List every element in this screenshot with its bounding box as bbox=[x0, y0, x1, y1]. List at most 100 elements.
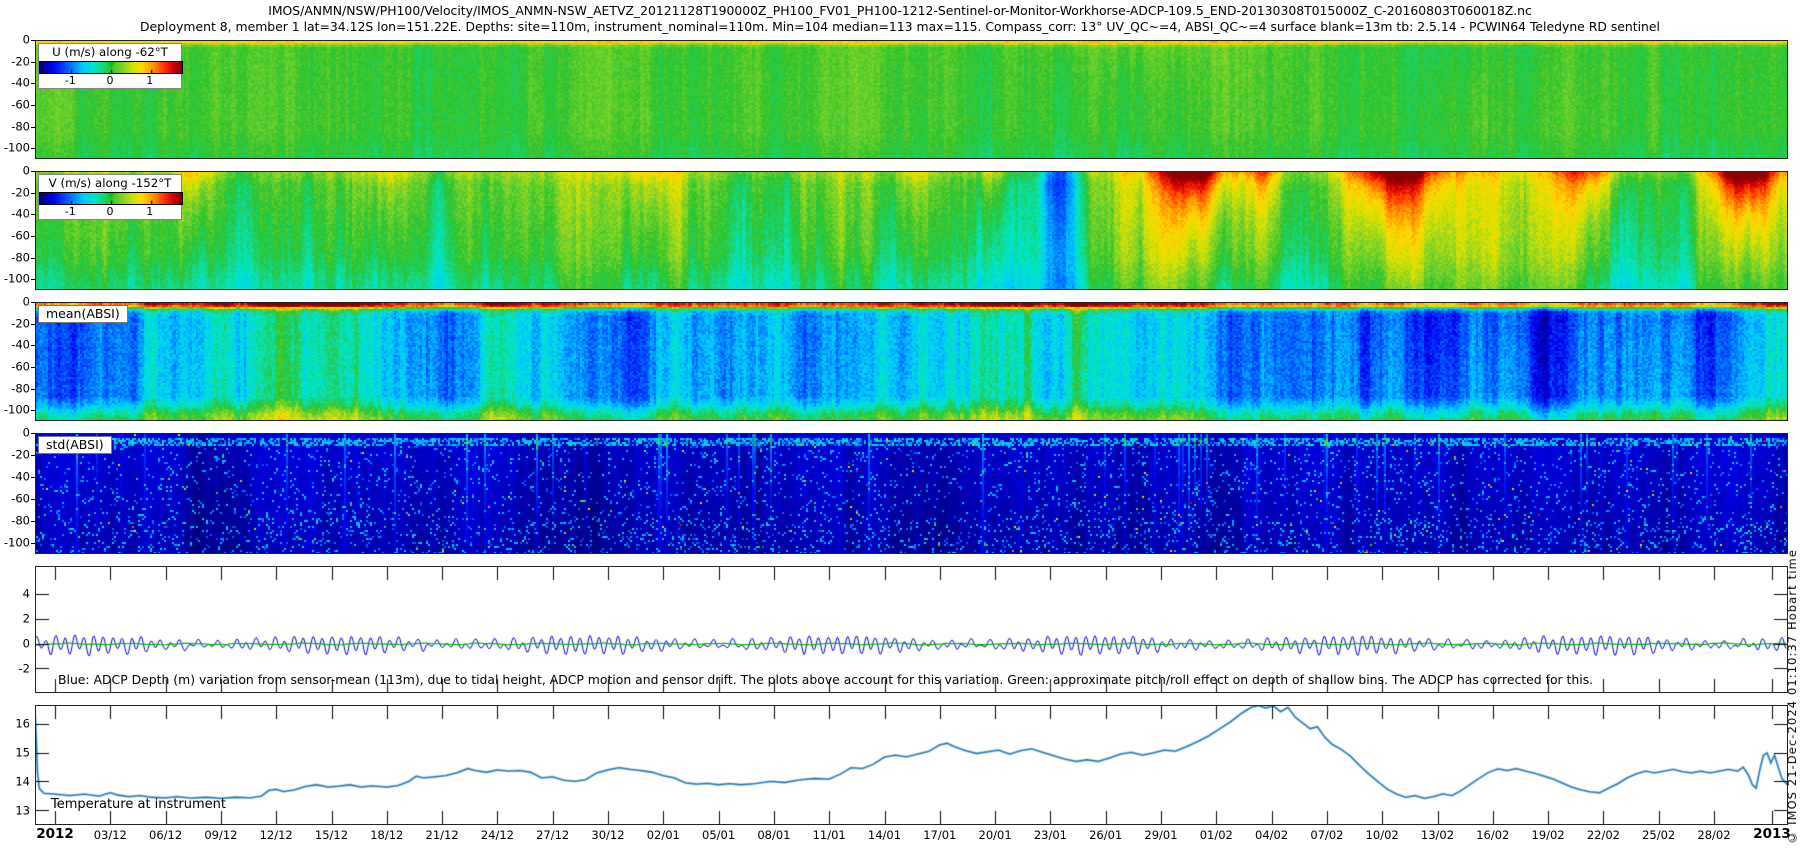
x-axis-date-label: 13/02 bbox=[1408, 828, 1468, 842]
panel-mean-absi-heatmap: mean(ABSI) bbox=[35, 302, 1788, 421]
depth-axis-label: -80 bbox=[0, 252, 30, 264]
x-axis-date-label: 03/12 bbox=[80, 828, 140, 842]
x-axis-date-label: 28/02 bbox=[1684, 828, 1744, 842]
depth-axis-label: -20 bbox=[0, 187, 30, 199]
u-colorbar-legend: U (m/s) along -62°T -1 0 1 bbox=[38, 43, 182, 89]
depth-axis-label: -40 bbox=[0, 340, 30, 352]
x-axis-year-end-label: 2013 bbox=[1742, 826, 1800, 842]
x-axis-date-label: 12/12 bbox=[246, 828, 306, 842]
depth-axis-tick bbox=[31, 279, 35, 280]
temperature-axis-label: 13 bbox=[0, 805, 30, 817]
depth-axis-label: 0 bbox=[0, 296, 30, 308]
depth-axis-tick bbox=[31, 62, 35, 63]
x-axis-date-label: 26/01 bbox=[1076, 828, 1136, 842]
adcp-deployment-summary-figure: IMOS/ANMN/NSW/PH100/Velocity/IMOS_ANMN-N… bbox=[0, 0, 1800, 850]
u-colorbar-gradient bbox=[39, 61, 183, 74]
std-absi-heatmap bbox=[36, 434, 1787, 553]
std-absi-label: std(ABSI) bbox=[38, 436, 112, 454]
colorbar-tick-label: 1 bbox=[146, 205, 153, 218]
depth-axis-label: -100 bbox=[0, 404, 30, 416]
temperature-line bbox=[36, 706, 1787, 824]
depth-variation-axis-label: 4 bbox=[0, 588, 30, 600]
depth-axis-tick bbox=[31, 521, 35, 522]
v-colorbar-title: V (m/s) along -152°T bbox=[39, 176, 181, 191]
v-velocity-heatmap bbox=[36, 172, 1787, 289]
x-axis-date-label: 19/02 bbox=[1518, 828, 1578, 842]
temperature-axis-label: 15 bbox=[0, 747, 30, 759]
depth-axis-tick bbox=[31, 455, 35, 456]
x-axis-date-label: 11/01 bbox=[799, 828, 859, 842]
depth-axis-tick bbox=[31, 324, 35, 325]
depth-axis-tick bbox=[31, 193, 35, 194]
x-axis-date-label: 23/01 bbox=[1020, 828, 1080, 842]
depth-axis-label: 0 bbox=[0, 427, 30, 439]
depth-axis-tick bbox=[31, 171, 35, 172]
u-velocity-heatmap bbox=[36, 41, 1787, 158]
depth-axis-tick bbox=[31, 258, 35, 259]
x-axis-date-label: 15/12 bbox=[302, 828, 362, 842]
depth-axis-tick bbox=[31, 40, 35, 41]
colorbar-tick-label: 0 bbox=[107, 205, 114, 218]
x-axis-date-label: 20/01 bbox=[965, 828, 1025, 842]
x-axis-date-label: 17/01 bbox=[910, 828, 970, 842]
mean-absi-label: mean(ABSI) bbox=[38, 305, 128, 323]
imos-timestamp-watermark: © IMOS 21-Dec-2024 01:10:37 Hobart time bbox=[1786, 549, 1799, 844]
depth-variation-axis-label: 0 bbox=[0, 638, 30, 650]
temperature-axis-label: 14 bbox=[0, 776, 30, 788]
depth-axis-label: -100 bbox=[0, 537, 30, 549]
mean-absi-heatmap bbox=[36, 303, 1787, 420]
depth-axis-tick bbox=[31, 389, 35, 390]
depth-axis-tick bbox=[31, 367, 35, 368]
x-axis-date-label: 07/02 bbox=[1297, 828, 1357, 842]
depth-axis-tick bbox=[31, 83, 35, 84]
depth-axis-label: -40 bbox=[0, 78, 30, 90]
depth-variation-axis-label: 2 bbox=[0, 613, 30, 625]
colorbar-tick-label: -1 bbox=[65, 74, 76, 87]
depth-axis-label: -60 bbox=[0, 493, 30, 505]
depth-variation-axis-label: -2 bbox=[0, 663, 30, 675]
depth-axis-tick bbox=[31, 477, 35, 478]
x-axis-year-start-label: 2012 bbox=[25, 826, 85, 842]
x-axis-date-label: 21/12 bbox=[412, 828, 472, 842]
depth-axis-tick bbox=[31, 345, 35, 346]
depth-axis-tick bbox=[31, 236, 35, 237]
panel-v-velocity-heatmap: V (m/s) along -152°T -1 0 1 bbox=[35, 171, 1788, 290]
depth-axis-label: -20 bbox=[0, 318, 30, 330]
depth-axis-label: -40 bbox=[0, 471, 30, 483]
depth-axis-label: 0 bbox=[0, 165, 30, 177]
panel-std-absi-heatmap: std(ABSI) bbox=[35, 433, 1788, 554]
x-axis-date-label: 04/02 bbox=[1242, 828, 1302, 842]
depth-axis-tick bbox=[31, 410, 35, 411]
x-axis-date-label: 05/01 bbox=[689, 828, 749, 842]
depth-axis-label: -40 bbox=[0, 209, 30, 221]
x-axis-date-label: 29/01 bbox=[1131, 828, 1191, 842]
figure-title-deployment-info: Deployment 8, member 1 lat=34.12S lon=15… bbox=[0, 19, 1800, 34]
u-colorbar-tick-labels: -1 0 1 bbox=[39, 74, 181, 88]
depth-axis-tick bbox=[31, 127, 35, 128]
x-axis-date-label: 02/01 bbox=[633, 828, 693, 842]
x-axis-date-label: 27/12 bbox=[523, 828, 583, 842]
x-axis-date-label: 14/01 bbox=[855, 828, 915, 842]
colorbar-tick-label: -1 bbox=[65, 205, 76, 218]
depth-axis-tick bbox=[31, 105, 35, 106]
depth-axis-label: -80 bbox=[0, 383, 30, 395]
depth-axis-label: -20 bbox=[0, 449, 30, 461]
v-colorbar-tick-labels: -1 0 1 bbox=[39, 205, 181, 219]
x-axis-date-label: 30/12 bbox=[578, 828, 638, 842]
depth-axis-tick bbox=[31, 543, 35, 544]
depth-axis-label: -60 bbox=[0, 230, 30, 242]
x-axis-date-label: 09/12 bbox=[191, 828, 251, 842]
temperature-series-label: Temperature at instrument bbox=[51, 797, 226, 812]
colorbar-tick-label: 1 bbox=[146, 74, 153, 87]
figure-title-filename: IMOS/ANMN/NSW/PH100/Velocity/IMOS_ANMN-N… bbox=[0, 3, 1800, 18]
x-axis-date-label: 18/12 bbox=[357, 828, 417, 842]
depth-axis-label: -60 bbox=[0, 99, 30, 111]
v-colorbar-gradient bbox=[39, 192, 183, 205]
x-axis-date-label: 08/01 bbox=[744, 828, 804, 842]
depth-axis-tick bbox=[31, 148, 35, 149]
x-axis-date-label: 06/12 bbox=[136, 828, 196, 842]
x-axis-date-label: 10/02 bbox=[1352, 828, 1412, 842]
panel-temperature: Temperature at instrument bbox=[35, 705, 1788, 825]
depth-axis-label: -100 bbox=[0, 273, 30, 285]
panel-u-velocity-heatmap: U (m/s) along -62°T -1 0 1 bbox=[35, 40, 1788, 159]
